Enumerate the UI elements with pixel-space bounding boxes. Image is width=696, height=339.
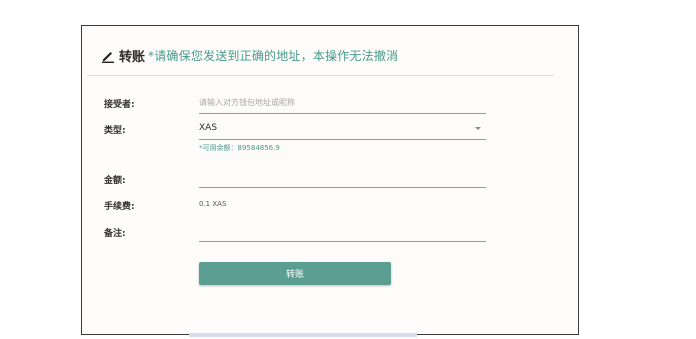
available-balance: *可用余额：89584856.9 (199, 144, 280, 152)
pencil-icon (102, 51, 114, 63)
recipient-input[interactable]: 请输入对方钱包地址或昵称 (199, 92, 486, 114)
page-title: 转账 (119, 50, 146, 65)
type-select[interactable]: XAS (199, 118, 486, 140)
amount-input[interactable] (199, 166, 486, 188)
card-header: 转账 *请确保您发送到正确的地址，本操作无法撤消 (101, 46, 398, 65)
remark-label: 备注: (104, 229, 126, 239)
transfer-submit-button[interactable]: 转账 (199, 262, 391, 285)
remark-input[interactable] (199, 220, 486, 242)
chevron-down-icon[interactable] (475, 127, 481, 130)
header-divider (87, 75, 554, 76)
transfer-card: 转账 *请确保您发送到正确的地址，本操作无法撤消 接受者: 请输入对方钱包地址或… (81, 25, 579, 335)
type-label: 类型: (104, 126, 126, 136)
recipient-label: 接受者: (104, 100, 135, 110)
fee-label: 手续费: (104, 202, 135, 212)
amount-label: 金额: (104, 176, 126, 186)
type-select-value: XAS (199, 123, 218, 133)
recipient-placeholder: 请输入对方钱包地址或昵称 (199, 98, 295, 107)
fee-value: 0.1 XAS (199, 200, 227, 208)
bottom-scroll-hint (189, 333, 417, 337)
warning-text: *请确保您发送到正确的地址，本操作无法撤消 (148, 49, 399, 63)
